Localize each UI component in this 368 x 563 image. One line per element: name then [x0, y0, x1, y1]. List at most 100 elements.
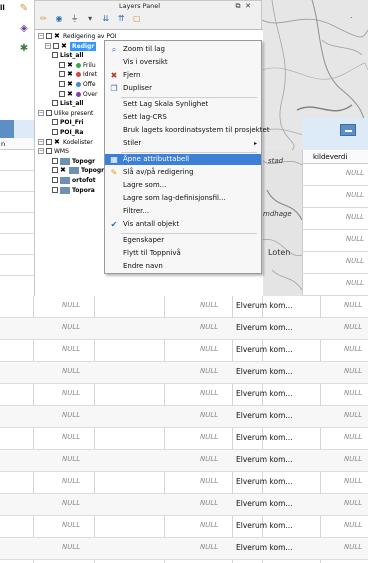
- table-row[interactable]: NULL NULL Elverum kom... NULL: [0, 472, 368, 494]
- table-row[interactable]: NULL: [302, 230, 368, 252]
- menu-item[interactable]: Egenskaper: [105, 235, 261, 246]
- layer-tree-item[interactable]: POI_Ra: [52, 128, 83, 137]
- menu-item[interactable]: Lagre som...: [105, 180, 261, 191]
- layer-tree-item[interactable]: Topogr: [52, 157, 95, 166]
- titlebar-button[interactable]: [0, 120, 14, 138]
- menu-item[interactable]: Filtrer...: [105, 206, 261, 217]
- table-row[interactable]: [0, 234, 34, 255]
- eye-icon[interactable]: ◉: [54, 13, 65, 24]
- menu-item[interactable]: ⌕ Zoom til lag: [105, 44, 261, 55]
- layer-tree-item[interactable]: − WMS: [38, 147, 69, 156]
- menu-item[interactable]: Sett lag-CRS: [105, 112, 261, 123]
- layers-panel-titlebar[interactable]: Layers Panel ⧉ ✕: [35, 1, 261, 13]
- layer-tree-item[interactable]: List_all: [52, 51, 83, 60]
- menu-item[interactable]: Stiler ▸: [105, 138, 261, 149]
- layer-tree-item[interactable]: ortofot: [52, 176, 96, 185]
- column-header-kildeverdi[interactable]: kildeverdi: [302, 150, 368, 164]
- minimize-button[interactable]: [340, 124, 356, 136]
- float-panel-button[interactable]: ⧉: [234, 2, 242, 10]
- table-row[interactable]: NULL NULL Elverum kom... NULL: [0, 318, 368, 340]
- layer-tree-item[interactable]: ✖ Offe: [59, 80, 96, 89]
- visibility-checkbox[interactable]: [52, 100, 58, 107]
- table-row[interactable]: NULL NULL Elverum kom... NULL: [0, 406, 368, 428]
- visibility-checkbox[interactable]: [59, 81, 65, 87]
- layer-tree-item[interactable]: ✖ Frilu: [59, 61, 96, 70]
- table-row[interactable]: NULL NULL Elverum kom... NULL: [0, 428, 368, 450]
- null-cell: NULL: [62, 411, 81, 419]
- layer-tree-item[interactable]: ✖ Topogr: [52, 166, 104, 175]
- menu-item[interactable]: ❐ Dupliser: [105, 83, 261, 94]
- menu-item[interactable]: Endre navn: [105, 261, 261, 272]
- expand-toggle-icon[interactable]: −: [38, 109, 44, 116]
- filter-legend-icon[interactable]: ▾: [85, 13, 96, 24]
- plugin-icon[interactable]: ✱: [18, 43, 30, 55]
- table-row[interactable]: [0, 171, 34, 192]
- visibility-checkbox[interactable]: [52, 52, 58, 59]
- menu-item[interactable]: Flytt til Toppnivå: [105, 248, 261, 259]
- table-row[interactable]: NULL: [302, 164, 368, 186]
- table-row[interactable]: NULL NULL Elverum kom... NULL: [0, 450, 368, 472]
- menu-item[interactable]: ▦ Åpne attributtabell: [105, 154, 261, 165]
- column-header[interactable]: n: [0, 138, 34, 150]
- table-row[interactable]: NULL: [302, 274, 368, 296]
- menu-item[interactable]: ✖ Fjern: [105, 70, 261, 81]
- close-panel-button[interactable]: ✕: [244, 2, 252, 10]
- menu-item[interactable]: Lagre som lag-definisjonsfil...: [105, 193, 261, 204]
- filter-icon[interactable]: ⏚: [69, 13, 80, 24]
- paint-icon[interactable]: ✏: [38, 13, 49, 24]
- expand-toggle-icon[interactable]: −: [38, 33, 44, 39]
- layer-tree-item[interactable]: POI_Fri: [52, 118, 83, 127]
- expand-icon[interactable]: ⇊: [100, 13, 111, 24]
- visibility-checkbox[interactable]: [52, 157, 58, 164]
- table-row[interactable]: NULL NULL Elverum kom... NULL: [0, 538, 368, 560]
- table-row[interactable]: [0, 255, 34, 276]
- visibility-checkbox[interactable]: [46, 138, 52, 145]
- menu-item[interactable]: Vis i oversikt: [105, 57, 261, 68]
- layer-style-icon[interactable]: ◈: [18, 23, 30, 35]
- table-row[interactable]: NULL NULL Elverum kom... NULL: [0, 494, 368, 516]
- table-row[interactable]: NULL NULL Elverum kom... NULL: [0, 362, 368, 384]
- table-row[interactable]: [0, 192, 34, 213]
- menu-item[interactable]: ✎ Slå av/på redigering: [105, 167, 261, 178]
- table-row[interactable]: NULL: [302, 252, 368, 274]
- expand-toggle-icon[interactable]: −: [38, 148, 44, 155]
- visibility-checkbox[interactable]: [59, 61, 65, 68]
- visibility-checkbox[interactable]: [52, 167, 58, 174]
- digitize-icon[interactable]: ✎: [18, 3, 30, 15]
- layer-tree-item[interactable]: Topora: [52, 186, 95, 195]
- table-row[interactable]: NULL NULL Elverum kom... NULL: [0, 340, 368, 362]
- table-row[interactable]: [0, 213, 34, 234]
- map-canvas-lower[interactable]: stad Loten mdhage: [262, 150, 302, 296]
- table-row[interactable]: NULL NULL Elverum kom... NULL: [0, 516, 368, 538]
- menu-item[interactable]: ✔ Vis antall objekt: [105, 219, 261, 230]
- layer-tree-item[interactable]: ✖ Over: [59, 90, 97, 99]
- layer-tree-item[interactable]: ✖ Idret: [59, 70, 97, 79]
- visibility-checkbox[interactable]: [59, 71, 65, 78]
- table-row[interactable]: NULL NULL Elverum kom... NULL: [0, 384, 368, 406]
- remove-icon[interactable]: ▢: [131, 13, 142, 24]
- collapse-icon[interactable]: ⇈: [116, 13, 127, 24]
- invalid-layer-icon: ✖: [54, 32, 60, 40]
- table-row[interactable]: NULL NULL Elverum kom... NULL: [0, 296, 368, 318]
- visibility-checkbox[interactable]: [59, 90, 65, 97]
- table-row[interactable]: [0, 276, 34, 297]
- expand-toggle-icon[interactable]: −: [45, 42, 51, 49]
- table-row[interactable]: [0, 150, 34, 171]
- layer-tree-item[interactable]: List_all: [52, 99, 83, 108]
- visibility-checkbox[interactable]: [52, 129, 58, 135]
- visibility-checkbox[interactable]: [52, 177, 58, 183]
- visibility-checkbox[interactable]: [52, 186, 58, 193]
- layer-tree-item[interactable]: − Ulike present: [38, 109, 93, 118]
- table-row[interactable]: NULL: [302, 208, 368, 230]
- menu-item[interactable]: Bruk lagets koordinatsystem til prosjekt…: [105, 125, 270, 136]
- visibility-checkbox[interactable]: [46, 33, 52, 39]
- visibility-checkbox[interactable]: [46, 109, 52, 116]
- menu-item[interactable]: Sett Lag Skala Synlighet: [105, 99, 261, 110]
- visibility-checkbox[interactable]: [52, 119, 58, 126]
- visibility-checkbox[interactable]: [53, 42, 59, 49]
- visibility-checkbox[interactable]: [46, 148, 52, 155]
- expand-toggle-icon[interactable]: −: [38, 138, 44, 145]
- layer-tree-item[interactable]: − ✖ Redigr: [45, 41, 97, 51]
- table-row[interactable]: NULL: [302, 186, 368, 208]
- layer-tree-item[interactable]: − ✖ Kodelister: [38, 138, 93, 147]
